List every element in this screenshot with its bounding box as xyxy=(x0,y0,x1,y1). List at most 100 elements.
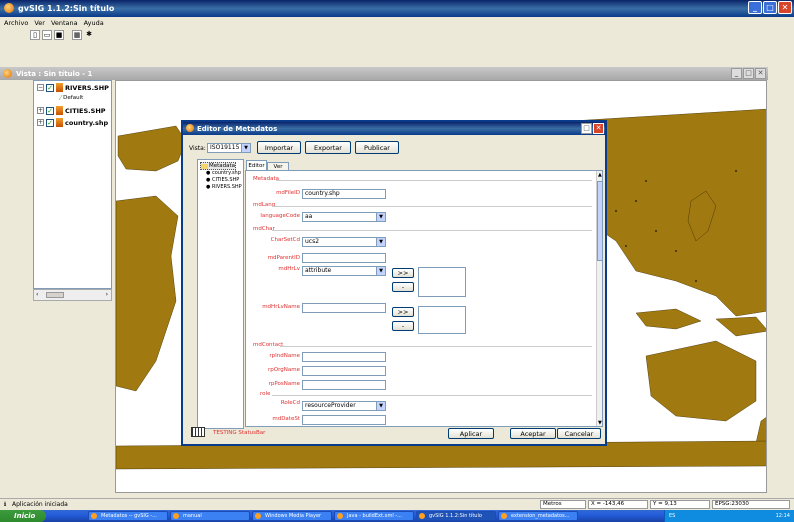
task-media-player[interactable]: Windows Media Player xyxy=(252,511,332,521)
tree-item[interactable]: ● country.shp xyxy=(206,170,241,176)
chevron-down-icon: ▼ xyxy=(376,213,385,221)
chevron-down-icon: ▼ xyxy=(241,144,250,152)
close-button[interactable]: ✕ xyxy=(778,1,792,14)
mdhrlv-select[interactable]: attribute ▼ xyxy=(302,266,386,276)
mdhrlvname-remove-button[interactable]: - xyxy=(392,321,414,331)
tool-icon[interactable]: ✱ xyxy=(84,30,94,40)
new-icon[interactable]: ▯ xyxy=(30,30,40,40)
rolecd-value: resourceProvider xyxy=(305,402,356,409)
layer-checkbox[interactable]: ✓ xyxy=(46,106,54,115)
view-icon[interactable]: ▦ xyxy=(72,30,82,40)
layer-name: country.shp xyxy=(65,118,109,127)
scroll-thumb[interactable] xyxy=(46,292,64,298)
layer-name: RIVERS.SHP xyxy=(65,83,109,92)
layer-name: CITIES.SHP xyxy=(65,106,106,115)
section-divider xyxy=(272,395,592,396)
task-gvsig[interactable]: gvSIG 1.1.2:Sin título xyxy=(416,511,496,521)
layer-item-cities[interactable]: + ✓ CITIES.SHP xyxy=(37,106,106,115)
menu-ventana[interactable]: Ventana xyxy=(51,19,78,27)
menu-archivo[interactable]: Archivo xyxy=(4,19,28,27)
publicar-button[interactable]: Publicar xyxy=(355,141,399,154)
metadata-editor-dialog: Editor de Metadatos □ ✕ Vista: ISO19115 … xyxy=(181,120,607,446)
layer-checkbox[interactable]: ✓ xyxy=(46,83,54,92)
minimize-button[interactable]: _ xyxy=(748,1,762,14)
barcode-icon xyxy=(191,427,205,437)
mdhrlvname-input[interactable] xyxy=(302,303,386,313)
layer-item-rivers[interactable]: − ✓ RIVERS.SHP xyxy=(37,83,109,92)
mdhrlv-remove-button[interactable]: - xyxy=(392,282,414,292)
vista-minimize-button[interactable]: _ xyxy=(731,68,742,79)
scroll-up-icon[interactable]: ▲ xyxy=(598,172,602,178)
legend-label: Default xyxy=(63,95,84,101)
dialog-icon xyxy=(186,124,194,132)
expand-icon[interactable]: + xyxy=(37,119,44,126)
languagecode-select[interactable]: aa ▼ xyxy=(302,212,386,222)
importar-button[interactable]: Importar xyxy=(257,141,301,154)
dialog-close-button[interactable]: ✕ xyxy=(593,123,604,134)
rporgname-input[interactable] xyxy=(302,366,386,376)
tree-item-label: CITIES.SHP xyxy=(211,177,240,183)
clock: 12:14 xyxy=(775,513,790,519)
open-icon[interactable]: ▭ xyxy=(42,30,52,40)
layer-item-country[interactable]: + ✓ country.shp xyxy=(37,118,108,127)
y-coordinate: Y = 9,13 xyxy=(650,500,710,509)
vista-select-value: ISO19115 xyxy=(210,144,240,151)
label-mddatest: mdDateSt xyxy=(272,416,300,422)
task-metadatos[interactable]: Metadatos -- gvSIG -... xyxy=(88,511,168,521)
layer-checkbox[interactable]: ✓ xyxy=(46,118,54,127)
units-display: Metros xyxy=(540,500,586,509)
mdhrlv-list[interactable] xyxy=(418,267,466,297)
language-indicator[interactable]: ES xyxy=(669,510,675,522)
editor-vertical-scrollbar[interactable]: ▲ ▼ xyxy=(596,171,602,426)
task-manual[interactable]: manual xyxy=(170,511,250,521)
tree-root-label: Metadata xyxy=(209,163,236,169)
info-icon: ℹ xyxy=(4,501,7,508)
tree-item-label: country.shp xyxy=(211,170,241,176)
mdhrlvname-list[interactable] xyxy=(418,306,466,334)
epsg-display: EPSG:23030 xyxy=(712,500,790,509)
vista-maximize-button[interactable]: □ xyxy=(743,68,754,79)
mdparentid-input[interactable] xyxy=(302,253,386,263)
vista-close-button[interactable]: ✕ xyxy=(755,68,766,79)
aplicar-button[interactable]: Aplicar xyxy=(448,428,494,439)
menu-ayuda[interactable]: Ayuda xyxy=(84,19,104,27)
scroll-right-icon[interactable]: › xyxy=(106,291,108,298)
system-tray: ES 12:14 xyxy=(664,510,794,522)
charsetcd-select[interactable]: ucs2 ▼ xyxy=(302,237,386,247)
mdhrlvname-add-button[interactable]: >> xyxy=(392,307,414,317)
collapse-icon[interactable]: − xyxy=(37,84,44,91)
cancelar-button[interactable]: Cancelar xyxy=(557,428,601,439)
dialog-maximize-button[interactable]: □ xyxy=(581,123,592,134)
mdhrlv-add-button[interactable]: >> xyxy=(392,268,414,278)
task-extension[interactable]: extension_metadatos... xyxy=(498,511,578,521)
label-rpindname: rpIndName xyxy=(269,353,300,359)
status-text: TESTING StatusBar xyxy=(213,430,266,436)
start-button[interactable]: Inicio xyxy=(0,510,46,522)
toc-horizontal-scrollbar[interactable]: ‹ › xyxy=(33,289,112,301)
save-icon[interactable]: ■ xyxy=(54,30,64,40)
exportar-button[interactable]: Exportar xyxy=(305,141,351,154)
menu-ver[interactable]: Ver xyxy=(34,19,45,27)
rpindname-input[interactable] xyxy=(302,352,386,362)
aceptar-button[interactable]: Aceptar xyxy=(510,428,556,439)
scroll-down-icon[interactable]: ▼ xyxy=(598,420,602,426)
tree-item[interactable]: ● CITIES.SHP xyxy=(206,177,239,183)
scroll-thumb[interactable] xyxy=(597,181,602,261)
label-mdhrlv: mdHrLv xyxy=(278,266,300,272)
scroll-left-icon[interactable]: ‹ xyxy=(36,291,38,298)
chevron-down-icon: ▼ xyxy=(376,267,385,275)
tree-item[interactable]: ● RIVERS.SHP xyxy=(206,184,242,190)
vista-title: Vista : Sin título - 1 xyxy=(16,69,93,78)
label-mdhrlvname: mdHrLvName xyxy=(262,304,300,310)
mddatest-input[interactable] xyxy=(302,415,386,425)
maximize-button[interactable]: □ xyxy=(763,1,777,14)
layer-icon xyxy=(56,106,63,115)
rolecd-select[interactable]: resourceProvider ▼ xyxy=(302,401,386,411)
rpposname-input[interactable] xyxy=(302,380,386,390)
task-java[interactable]: Java - buildExt.xml -... xyxy=(334,511,414,521)
vista-select[interactable]: ISO19115 ▼ xyxy=(207,143,251,153)
expand-icon[interactable]: + xyxy=(37,107,44,114)
charsetcd-value: ucs2 xyxy=(305,238,320,245)
tree-root[interactable]: Metadata xyxy=(200,162,237,170)
mdfileid-input[interactable]: country.shp xyxy=(302,189,386,199)
